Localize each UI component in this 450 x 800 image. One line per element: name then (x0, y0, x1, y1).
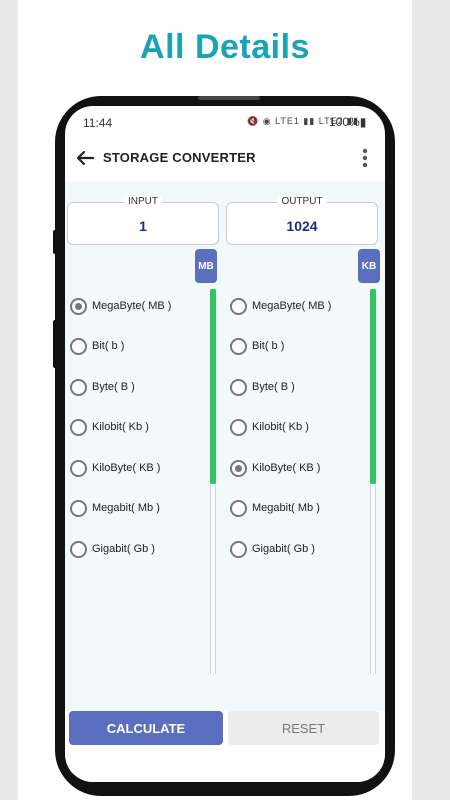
phone-side-button (53, 230, 57, 254)
input-unit-option[interactable]: KiloByte( KB ) (70, 456, 210, 480)
input-list-scroll-thumb[interactable] (210, 289, 216, 484)
input-unit-option[interactable]: MegaByte( MB ) (70, 294, 210, 318)
output-list-scroll-thumb[interactable] (370, 289, 376, 484)
radio-button[interactable] (70, 418, 87, 436)
radio-button[interactable] (230, 378, 247, 396)
input-unit-option[interactable]: Kilobit( Kb ) (70, 415, 210, 439)
input-unit-badge: MB (195, 249, 217, 283)
radio-button[interactable] (230, 499, 247, 517)
input-value[interactable]: 1 (68, 218, 218, 234)
radio-button-selected[interactable] (70, 297, 87, 315)
converter-panel: INPUT 1 OUTPUT 1024 MB KB MegaByte( MB )… (65, 181, 385, 711)
radio-button[interactable] (70, 337, 87, 355)
output-unit-option[interactable]: Kilobit( Kb ) (230, 415, 370, 439)
radio-button[interactable] (230, 540, 247, 558)
output-unit-option[interactable]: Byte( B ) (230, 375, 370, 399)
input-unit-option[interactable]: Gigabit( Gb ) (70, 537, 210, 561)
input-label: INPUT (124, 196, 162, 207)
calculate-button[interactable]: CALCULATE (69, 711, 223, 745)
status-time: 11:44 (83, 116, 113, 130)
page-title: STORAGE CONVERTER (103, 150, 256, 165)
app-bar: STORAGE CONVERTER (65, 138, 385, 178)
back-arrow-icon[interactable] (73, 146, 97, 170)
output-unit-option[interactable]: KiloByte( KB ) (230, 456, 370, 480)
battery-indicator: 100%▮ (329, 115, 367, 129)
app-screen: 11:44 🔇 ◉ LTE1 ▮▮ LTE2 ▮▮ 100%▮ STORAGE … (65, 106, 385, 782)
output-unit-option[interactable]: MegaByte( MB ) (230, 294, 370, 318)
radio-button[interactable] (230, 337, 247, 355)
output-unit-option[interactable]: Megabit( Mb ) (230, 496, 370, 520)
action-bar: CALCULATE RESET (65, 711, 385, 782)
output-unit-option[interactable]: Gigabit( Gb ) (230, 537, 370, 561)
output-field[interactable]: OUTPUT 1024 (226, 196, 378, 245)
status-bar: 11:44 🔇 ◉ LTE1 ▮▮ LTE2 ▮▮ 100%▮ (65, 106, 385, 138)
input-field[interactable]: INPUT 1 (67, 196, 219, 245)
reset-button[interactable]: RESET (228, 711, 379, 745)
radio-button[interactable] (230, 297, 247, 315)
output-unit-option[interactable]: Bit( b ) (230, 334, 370, 358)
radio-button[interactable] (70, 378, 87, 396)
radio-button[interactable] (70, 540, 87, 558)
input-unit-option[interactable]: Megabit( Mb ) (70, 496, 210, 520)
input-unit-option[interactable]: Bit( b ) (70, 334, 210, 358)
phone-side-button (53, 320, 57, 368)
radio-button[interactable] (230, 418, 247, 436)
phone-speaker (198, 96, 260, 100)
input-unit-option[interactable]: Byte( B ) (70, 375, 210, 399)
radio-button[interactable] (70, 459, 87, 477)
promo-headline: All Details (140, 28, 310, 66)
more-vert-icon[interactable] (355, 146, 375, 170)
radio-button[interactable] (70, 499, 87, 517)
output-label: OUTPUT (277, 196, 327, 207)
output-unit-badge: KB (358, 249, 380, 283)
output-value: 1024 (286, 218, 318, 234)
radio-button-selected[interactable] (230, 459, 247, 477)
